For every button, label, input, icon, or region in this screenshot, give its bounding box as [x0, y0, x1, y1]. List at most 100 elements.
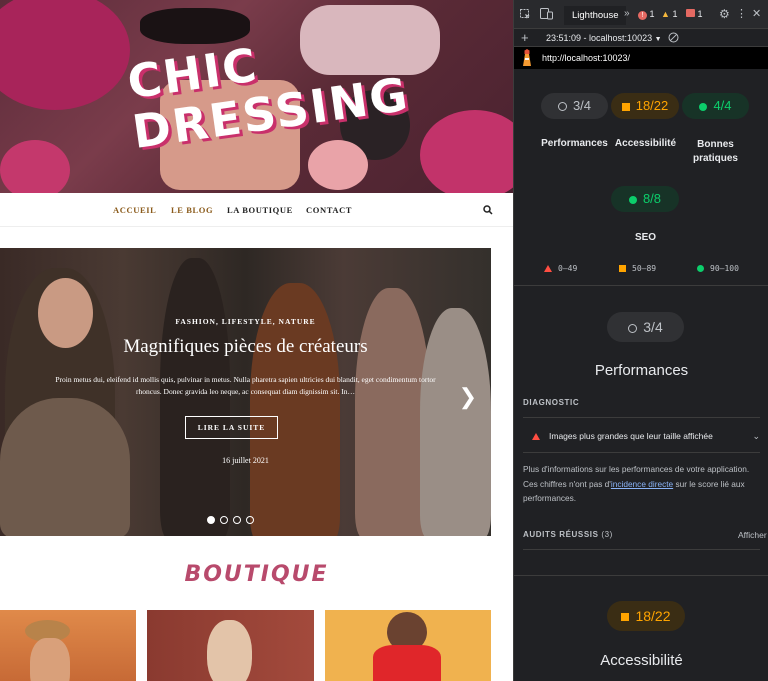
passed-audits-count: (3)	[601, 530, 613, 539]
tab-lighthouse[interactable]: Lighthouse	[564, 6, 627, 25]
passed-audits-label: AUDITS RÉUSSIS	[523, 530, 599, 539]
passed-audits-heading[interactable]: AUDITS RÉUSSIS (3)	[523, 530, 613, 539]
legend-text: 0–49	[558, 264, 578, 273]
audit-title: Images plus grandes que leur taille affi…	[549, 431, 713, 441]
legend-pass: 90–100	[697, 264, 739, 273]
device-toolbar-icon[interactable]	[540, 8, 553, 20]
gauge-best-practices[interactable]: 4/4	[682, 93, 749, 119]
error-count-text: 1	[649, 9, 655, 19]
slider-dot[interactable]	[207, 516, 215, 524]
slider-pagination	[207, 516, 254, 524]
gauge-value: 8/8	[642, 191, 662, 206]
nav-item-la-boutique[interactable]: LA BOUTIQUE	[227, 205, 293, 215]
legend-average: 50–89	[619, 264, 656, 273]
average-icon	[619, 265, 626, 272]
slider-dot[interactable]	[246, 516, 254, 524]
pass-icon	[697, 265, 704, 272]
chevron-right-icon[interactable]: ❯	[459, 384, 477, 410]
read-more-button[interactable]: LIRE LA SUITE	[185, 416, 278, 439]
chevron-down-icon: ⌄	[752, 431, 760, 441]
devtools-toolbar: Lighthouse » ! 1 ▲ 1 1 ⚙ ⋮ ✕	[514, 0, 768, 29]
inspect-element-icon[interactable]	[520, 9, 531, 20]
section-title-accessibility: Accessibilité	[600, 652, 683, 669]
devtools-panel: Lighthouse » ! 1 ▲ 1 1 ⚙ ⋮ ✕ + 23:51:09 …	[513, 0, 768, 681]
nav-item-le-blog[interactable]: LE BLOG	[171, 205, 213, 215]
search-icon[interactable]	[483, 205, 493, 215]
fail-icon	[532, 433, 540, 441]
product-model-image	[30, 638, 70, 681]
message-count-text: 1	[697, 9, 703, 19]
fail-icon	[544, 265, 552, 272]
neutral-score-icon	[628, 323, 638, 333]
gauge-accessibility-large[interactable]: 18/22	[607, 601, 685, 631]
section-title: BOUTIQUE	[184, 562, 329, 587]
slide-excerpt: Proin metus dui, eleifend id mollis quis…	[55, 375, 436, 396]
nav-item-contact[interactable]: CONTACT	[306, 205, 352, 215]
divider	[514, 285, 768, 286]
gauge-label: Performances	[541, 138, 608, 149]
red-dress-image	[373, 645, 441, 681]
gear-icon[interactable]: ⚙	[719, 7, 730, 21]
lace-image	[420, 110, 513, 193]
pass-score-icon	[628, 195, 637, 204]
divider	[514, 575, 768, 576]
error-icon: !	[638, 11, 647, 20]
message-count[interactable]: 1	[686, 9, 703, 19]
gauge-value: 3/4	[572, 98, 592, 113]
more-tabs-icon[interactable]: »	[624, 8, 630, 19]
slide-caption: FASHION, LIFESTYLE, NATURE Magnifiques p…	[0, 248, 491, 536]
divider	[523, 417, 760, 418]
legend-fail: 0–49	[544, 264, 577, 273]
sunglasses-image	[140, 8, 250, 44]
clear-icon[interactable]	[668, 32, 679, 43]
close-icon[interactable]: ✕	[752, 7, 761, 20]
warning-count-text: 1	[672, 9, 678, 19]
divider	[523, 452, 760, 453]
average-score-icon	[621, 102, 630, 111]
info-link[interactable]: incidence directe	[611, 479, 673, 489]
gauge-accessibility[interactable]: 18/22	[611, 93, 679, 119]
gauge-label: Bonnes pratiques	[692, 139, 738, 164]
lighthouse-logo-icon	[523, 49, 531, 66]
gauge-value: 3/4	[643, 319, 663, 335]
average-score-icon	[621, 613, 630, 622]
gauge-value: 4/4	[713, 98, 732, 113]
website-viewport: CHIC DRESSING ACCUEIL LE BLOG LA BOUTIQU…	[0, 0, 513, 681]
pass-score-icon	[699, 102, 708, 111]
featured-slider[interactable]: FASHION, LIFESTYLE, NATURE Magnifiques p…	[0, 248, 491, 536]
lighthouse-url-bar: http://localhost:10023/	[514, 47, 768, 69]
warning-count[interactable]: ▲ 1	[661, 9, 677, 19]
nav-item-accueil[interactable]: ACCUEIL	[113, 205, 156, 215]
bow-image	[0, 140, 70, 193]
audited-url[interactable]: http://localhost:10023/	[542, 53, 630, 63]
product-model-image	[207, 620, 252, 681]
add-report-icon[interactable]: +	[521, 30, 529, 45]
hero-banner: CHIC DRESSING	[0, 0, 513, 193]
show-button[interactable]: Afficher	[738, 530, 767, 540]
gauge-performance[interactable]: 3/4	[541, 93, 608, 119]
message-icon	[686, 9, 695, 17]
gauge-label: Accessibilité	[614, 138, 677, 149]
slider-dot[interactable]	[220, 516, 228, 524]
slider-dot[interactable]	[233, 516, 241, 524]
performance-info: Plus d'informations sur les performances…	[523, 462, 763, 506]
gauge-performance-large[interactable]: 3/4	[607, 312, 684, 342]
lingerie-image	[0, 0, 130, 110]
report-selector[interactable]: 23:51:09 - localhost:10023 ▼	[546, 33, 662, 43]
dropdown-icon: ▼	[654, 36, 662, 43]
section-title-performance: Performances	[594, 362, 689, 379]
legend-text: 50–89	[632, 264, 657, 273]
product-card[interactable]	[325, 610, 491, 681]
gauge-seo[interactable]: 8/8	[611, 186, 679, 212]
gauge-value: 18/22	[635, 98, 669, 113]
product-card[interactable]	[147, 610, 314, 681]
divider	[523, 549, 760, 550]
slide-category[interactable]: FASHION, LIFESTYLE, NATURE	[0, 317, 491, 326]
audit-item[interactable]: Images plus grandes que leur taille affi…	[523, 424, 760, 448]
legend-text: 90–100	[710, 264, 739, 273]
kebab-menu-icon[interactable]: ⋮	[736, 7, 747, 20]
report-time: 23:51:09 - localhost:10023	[546, 33, 653, 43]
product-card[interactable]	[0, 610, 136, 681]
slide-title[interactable]: Magnifiques pièces de créateurs	[0, 336, 491, 358]
error-count[interactable]: ! 1	[638, 9, 655, 20]
